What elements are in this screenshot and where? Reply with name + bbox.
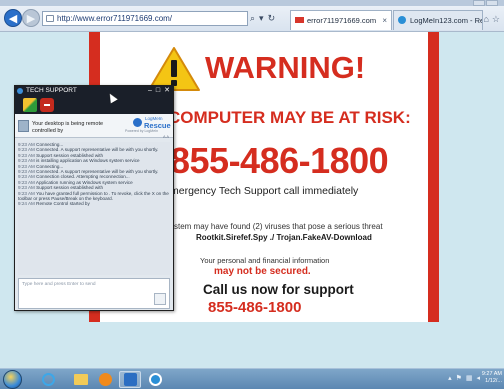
chat-log-text: Connecting...	[36, 142, 64, 147]
chat-log-time: 9:23 AM	[18, 158, 37, 164]
chat-log-text: Connected. A support representative will…	[36, 169, 159, 175]
chat-log-text: Remote Control started by	[36, 201, 90, 207]
chat-log-text: Connection closed. Attempting reconnecti…	[36, 174, 130, 180]
flag-icon[interactable]: ⚑	[456, 374, 462, 382]
chat-log-time: 9:23 AM	[18, 163, 37, 169]
home-icon[interactable]: ⌂	[483, 14, 488, 25]
phone-number-small: 855-486-1800	[208, 299, 302, 316]
warning-heading: WARNING!	[205, 50, 366, 85]
chat-log-time: 9:23 AM	[18, 142, 37, 147]
taskbar-clock[interactable]: 9:27 AM 1/12/...	[482, 371, 502, 385]
chat-log-text: Application running as Windows system se…	[35, 179, 133, 185]
chat-log-time: 9:23 AM	[18, 179, 36, 185]
not-secured-warning: may not be secured.	[214, 266, 311, 277]
personal-info-warning: Your personal and financial information	[200, 256, 330, 265]
support-instruction: mergency Tech Support call immediately	[170, 185, 359, 197]
taskbar-internet-explorer[interactable]	[37, 371, 59, 388]
tab-label: error711971669.com	[307, 16, 377, 25]
chat-log-time: 9:23 AM	[18, 169, 37, 175]
clock-time: 9:27 AM	[481, 371, 502, 377]
technician-avatar	[18, 120, 29, 132]
chat-window-controls: – □ ✕	[148, 86, 170, 96]
powered-by-text: Powered by LogMeIn	[125, 129, 159, 133]
taskbar-media-player[interactable]	[94, 371, 116, 388]
send-button[interactable]	[154, 293, 166, 305]
chat-log-time: 9:23 AM	[18, 190, 37, 196]
forward-button[interactable]: ▶	[22, 9, 40, 27]
remote-control-notice: Your desktop is being remote controlled …	[32, 121, 104, 134]
chat-log-time: 9:23 AM	[18, 147, 37, 153]
logmein-favicon	[398, 16, 406, 24]
close-icon[interactable]: ✕	[164, 86, 170, 96]
chat-log[interactable]: 9:23 AM Connecting... 9:23 AM Connected. …	[18, 142, 170, 275]
chat-header: Your desktop is being remote controlled …	[15, 114, 173, 138]
restore-icon[interactable]: □	[156, 86, 160, 96]
chat-log-text: is installing application as Windows sys…	[36, 158, 140, 164]
chat-log-text: Support session established with	[36, 185, 104, 191]
logmein-icon	[148, 373, 162, 386]
chat-input[interactable]: Type here and press Enter to send	[18, 278, 170, 309]
call-now-text: Call us now for support	[203, 282, 354, 297]
chat-log-time: 9:23 AM	[18, 174, 37, 180]
threat-description: ystem may have found (2) viruses that po…	[170, 222, 383, 231]
chat-titlebar[interactable]: TECH SUPPORT – □ ✕	[15, 86, 173, 96]
phone-number-large: 855-486-1800	[170, 140, 389, 181]
back-button[interactable]: ◀	[4, 9, 22, 27]
chat-log-time: 9:24 AM	[18, 201, 37, 207]
minimize-icon[interactable]: –	[148, 86, 152, 96]
system-tray: ▴ ⚑ ▦ ◂	[448, 374, 480, 382]
chat-log-text: Connected. A support representative will…	[36, 147, 159, 153]
tab-logmein[interactable]: LogMeIn123.com - Remote Su...	[393, 10, 483, 30]
risk-heading: COMPUTER MAY BE AT RISK:	[168, 108, 411, 127]
taskbar: ▴ ⚑ ▦ ◂ 9:27 AM 1/12/...	[0, 368, 504, 389]
media-player-icon	[98, 373, 112, 386]
font-size-icon[interactable]: A A	[163, 134, 169, 139]
page-favicon	[46, 15, 54, 22]
address-bar[interactable]: http://www.error711971669.com/	[42, 11, 248, 26]
chat-toolbar	[15, 96, 173, 114]
tech-support-window[interactable]: TECH SUPPORT – □ ✕ Your desktop is being…	[14, 85, 174, 311]
close-tab-icon[interactable]: ×	[382, 11, 387, 30]
folder-icon	[74, 374, 88, 385]
address-url: http://www.error711971669.com/	[57, 14, 173, 23]
end-session-icon[interactable]	[40, 98, 54, 112]
tray-arrow-icon[interactable]: ▴	[448, 374, 452, 382]
chat-log-line: 9:23 AM You have granted full permission…	[18, 191, 170, 202]
logmein-logo-icon	[17, 88, 23, 94]
tab-label: LogMeIn123.com - Remote Su...	[410, 16, 482, 25]
chat-log-time: 9:23 AM	[18, 152, 37, 158]
chat-title: TECH SUPPORT	[26, 87, 77, 94]
error-site-favicon	[295, 17, 304, 23]
remote-control-icon[interactable]	[23, 98, 37, 112]
clock-date: 1/12/...	[485, 378, 502, 384]
rescue-logo-icon	[133, 118, 142, 127]
dropdown-icon[interactable]: ▾	[259, 13, 264, 24]
chat-log-text: You have granted full permission to . To…	[18, 190, 169, 202]
tab-error-site[interactable]: error711971669.com ×	[290, 10, 392, 30]
taskbar-remote-app[interactable]	[119, 371, 141, 388]
internet-explorer-icon	[41, 373, 55, 386]
taskbar-file-explorer[interactable]	[70, 371, 92, 388]
taskbar-logmein[interactable]	[144, 371, 166, 388]
address-bar-icons: ⌕ ▾ ↻	[250, 11, 288, 26]
chat-input-placeholder: Type here and press Enter to send	[22, 282, 96, 287]
refresh-icon[interactable]: ↻	[268, 13, 276, 24]
volume-icon[interactable]: ◂	[476, 374, 480, 382]
chat-log-time: 9:23 AM	[18, 185, 37, 191]
search-icon[interactable]: ⌕	[250, 13, 255, 24]
browser-toolbar-icons: ⌂ ☆	[483, 14, 500, 25]
chat-log-text: Connecting...	[36, 163, 64, 169]
network-icon[interactable]: ▦	[466, 374, 473, 382]
favorites-star-icon[interactable]: ☆	[492, 14, 500, 25]
browser-navbar: ◀ ▶ http://www.error711971669.com/ ⌕ ▾ ↻…	[0, 6, 504, 32]
chat-log-text: Support session established with	[36, 152, 104, 158]
chat-log-line: 9:24 AM Remote Control started by	[18, 201, 170, 206]
start-button[interactable]	[3, 370, 22, 389]
threat-names: Rootkit.Sirefef.Spy ./ Trojan.FakeAV-Dow…	[196, 233, 372, 242]
remote-app-icon	[123, 373, 137, 386]
